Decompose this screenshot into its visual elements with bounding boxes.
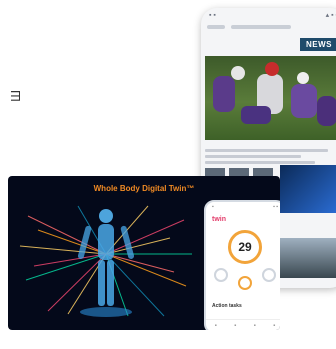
human-body-figure	[77, 209, 135, 317]
twin-app-phone: ▪ ▪ ▪ twin 29 Action tasks ▪ ▪ ▪ ▪	[204, 200, 280, 330]
metric-ring	[214, 268, 228, 282]
phone-top-bar	[201, 22, 336, 32]
action-tasks-label: Action tasks	[212, 303, 242, 309]
car-thumbnail	[280, 238, 336, 278]
football-photo	[205, 56, 336, 140]
home-icon[interactable]: ▪	[215, 323, 217, 329]
app-logo: twin	[212, 216, 226, 223]
phone-status-bar: ▪ ▪▴ ▪ ▪	[209, 11, 336, 20]
blue-stadium-thumbnail	[280, 165, 336, 213]
side-text: Ш	[8, 90, 23, 102]
news-tab: NEWS	[300, 38, 336, 51]
digital-twin-card: Whole Body Digital Twin™ ▪ ▪ ▪ twin 29 A…	[8, 176, 280, 330]
score-ring: 29	[228, 230, 262, 264]
menu-icon	[207, 25, 225, 29]
article-text-lines	[205, 146, 336, 167]
profile-icon[interactable]: ▪	[273, 323, 275, 329]
metric-ring	[262, 268, 276, 282]
search-bar	[231, 25, 291, 29]
metric-ring	[238, 276, 252, 290]
tasks-icon[interactable]: ▪	[254, 323, 256, 329]
app-bottom-nav: ▪ ▪ ▪ ▪	[206, 319, 280, 330]
stats-icon[interactable]: ▪	[234, 323, 236, 329]
